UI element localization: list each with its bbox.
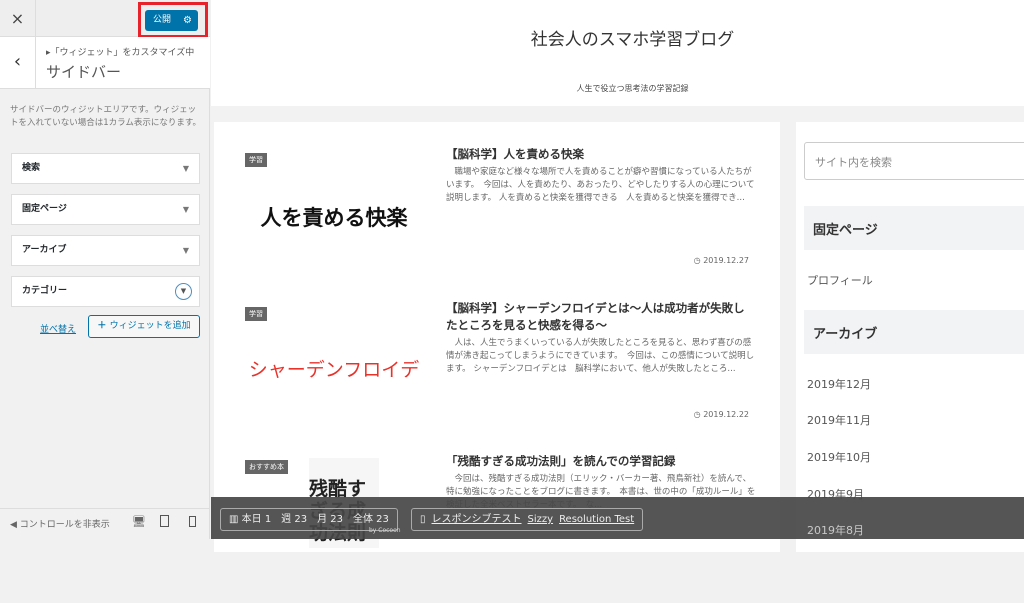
section-header: ‹ ▸「ウィジェット」をカスタマイズ中 サイドバー [0, 37, 210, 89]
search-input[interactable]: サイト内を検索 [804, 142, 1024, 180]
sidebar: サイト内を検索 固定ページ プロフィール アーカイブ 2019年12月 2019… [796, 122, 1024, 552]
triangle-down-icon: ▼ [182, 246, 189, 255]
widget-archive[interactable]: アーカイブ ▼ [11, 235, 200, 266]
widget-category[interactable]: カテゴリー ▼ [11, 276, 200, 307]
post-list: 学習 人を責める快楽 【脳科学】人を責める快楽 職場や家庭など様々な場所で人を責… [214, 122, 780, 552]
close-button[interactable]: × [0, 0, 36, 37]
category-label: おすすめ本 [245, 460, 288, 474]
site-title[interactable]: 社会人のスマホ学習ブログ [211, 25, 1024, 50]
back-button[interactable]: ‹ [0, 37, 36, 89]
clock-icon: ◷ [693, 256, 704, 265]
widget-heading: 固定ページ [804, 206, 1024, 250]
page-link[interactable]: プロフィール [807, 272, 873, 288]
triangle-down-icon: ▼ [182, 164, 189, 173]
tablet-preview-icon[interactable] [160, 515, 169, 527]
post-title[interactable]: 【脳科学】シャーデンフロイデとは〜人は成功者が失敗したところを見ると快感を得る〜 [446, 300, 756, 334]
archive-link[interactable]: 2019年8月 [807, 522, 864, 538]
date-text: 2019.12.22 [703, 410, 749, 419]
post-card[interactable]: 学習 人を責める快楽 【脳科学】人を責める快楽 職場や家庭など様々な場所で人を責… [214, 146, 780, 296]
widget-label: アーカイブ [22, 245, 67, 255]
by-cocoon: by Cocoon [369, 527, 401, 534]
post-thumbnail: 人を責める快楽 [260, 206, 408, 230]
widget-label: 検索 [22, 163, 41, 173]
admin-toolbar: ▥ 本日 1 週 23 月 23 全体 23 by Cocoon ▯ レスポンシブ… [211, 497, 1024, 539]
desktop-preview-icon[interactable]: 🖥 [132, 515, 146, 528]
post-date: ◷ 2019.12.22 [694, 410, 749, 419]
collapse-icon: ◀ [10, 520, 20, 530]
add-widget-button[interactable]: ＋ ウィジェットを追加 [88, 315, 200, 338]
add-widget-label: ウィジェットを追加 [109, 321, 191, 331]
mobile-preview-icon[interactable] [189, 516, 196, 527]
responsive-test-link[interactable]: レスポンシブテスト [432, 514, 522, 525]
stats-text: 本日 1 週 23 月 23 全体 23 [241, 514, 389, 525]
triangle-down-icon: ▼ [182, 205, 189, 214]
sizzy-link[interactable]: Sizzy [528, 514, 554, 525]
widget-search[interactable]: 検索 ▼ [11, 153, 200, 184]
widget-label: カテゴリー [22, 286, 68, 296]
gear-icon[interactable]: ⚙ [183, 10, 192, 31]
date-text: 2019.12.27 [703, 256, 749, 265]
widget-label: 固定ページ [22, 204, 67, 214]
site-header: 社会人のスマホ学習ブログ 人生で役立つ思考法の学習記録 [211, 0, 1024, 106]
breadcrumb: ▸「ウィジェット」をカスタマイズ中 [46, 48, 195, 58]
plus-icon: ＋ [97, 321, 110, 331]
post-excerpt: 人は、人生でうまくいっている人が失敗したところを見ると、思わず喜びの感情が沸き起… [446, 338, 755, 374]
site-preview: 社会人のスマホ学習ブログ 人生で役立つ思考法の学習記録 学習 人を責める快楽 【… [211, 0, 1024, 552]
category-label: 学習 [245, 307, 267, 321]
post-thumbnail: シャーデンフロイデ [248, 359, 420, 381]
post-title[interactable]: 【脳科学】人を責める快楽 [446, 146, 756, 163]
responsive-tools: ▯ レスポンシブテスト Sizzy Resolution Test [411, 508, 644, 531]
hide-controls-button[interactable]: ◀ コントロールを非表示 [10, 517, 110, 530]
section-title: サイドバー [46, 63, 122, 81]
publish-label: 公開 [153, 15, 172, 25]
widget-heading: アーカイブ [804, 310, 1024, 354]
archive-link[interactable]: 2019年12月 [807, 376, 871, 392]
post-date: ◷ 2019.12.27 [694, 256, 749, 265]
archive-link[interactable]: 2019年11月 [807, 412, 871, 428]
reorder-link[interactable]: 並べ替え [40, 322, 76, 335]
section-description: サイドバーのウィジットエリアです。ウィジェットを入れていない場合は1カラム表示に… [10, 105, 202, 128]
customizer-panel: × 公開 ⚙ ‹ ▸「ウィジェット」をカスタマイズ中 サイドバー サイドバーのウィ… [0, 0, 210, 539]
publish-button[interactable]: 公開 ⚙ [145, 10, 198, 31]
post-card[interactable]: 学習 シャーデンフロイデ 【脳科学】シャーデンフロイデとは〜人は成功者が失敗した… [214, 300, 780, 450]
post-excerpt: 職場や家庭など様々な場所で人を責めることが癖や習慣になっている人たちがいます。 … [446, 167, 755, 203]
tablet-icon: ▯ [420, 514, 426, 525]
bar-chart-icon: ▥ [229, 514, 242, 525]
site-tagline: 人生で役立つ思考法の学習記録 [576, 84, 689, 93]
hide-controls-label: コントロールを非表示 [19, 520, 110, 530]
post-title[interactable]: 「残酷すぎる成功法則」を読んでの学習記録 [446, 453, 756, 470]
clock-icon: ◷ [693, 410, 704, 419]
widget-pages[interactable]: 固定ページ ▼ [11, 194, 200, 225]
customizer-header: × 公開 ⚙ [0, 0, 210, 38]
chevron-down-circle-icon[interactable]: ▼ [175, 283, 192, 300]
customizer-footer: ◀ コントロールを非表示 🖥 [0, 508, 210, 539]
category-label: 学習 [245, 153, 267, 167]
resolution-test-link[interactable]: Resolution Test [559, 514, 634, 525]
archive-link[interactable]: 2019年10月 [807, 449, 871, 465]
